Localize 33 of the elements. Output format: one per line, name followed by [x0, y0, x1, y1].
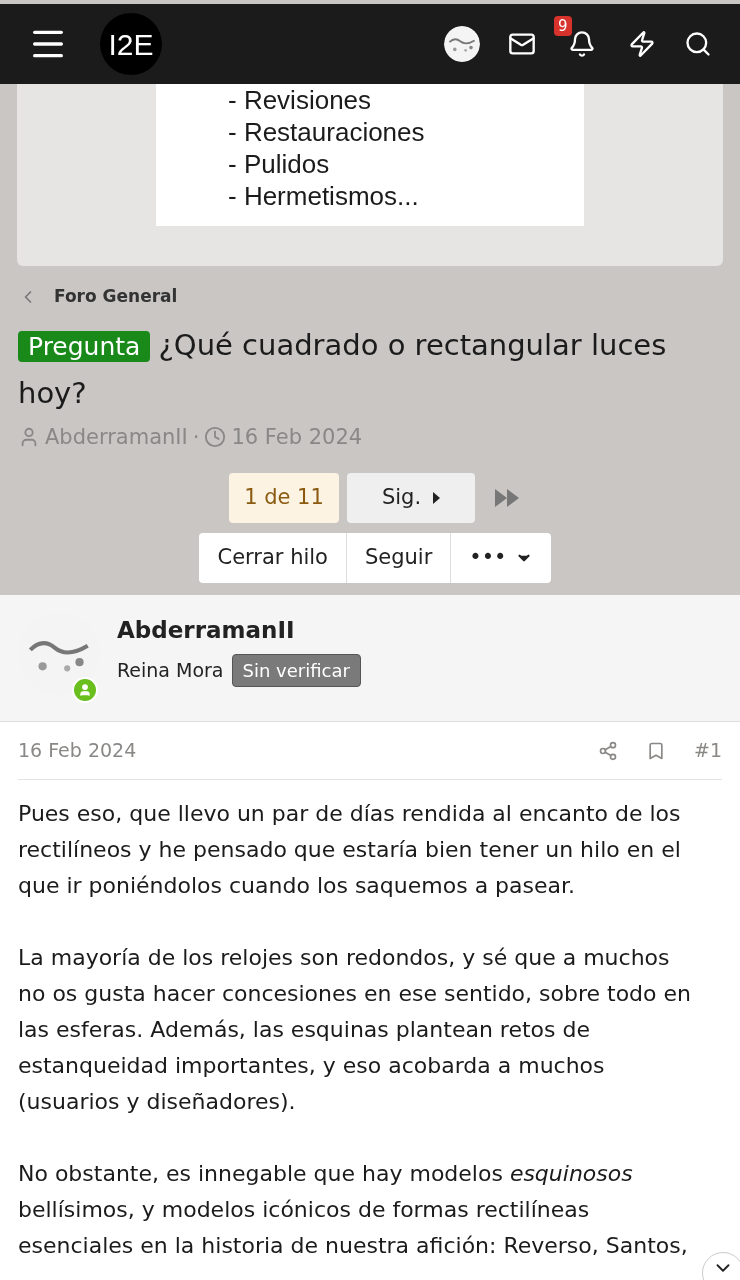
thread-action-button[interactable]: Seguir [347, 533, 452, 583]
person-icon [78, 683, 92, 697]
play-icon [433, 492, 441, 504]
banner-line: - Pulidos [228, 148, 331, 180]
current-page[interactable]: 1 de 11 [229, 473, 339, 523]
post-paragraph: No obstante, es innegable que hay modelos esquinosos bellísimos, y modelos icónicos de formas rectilíneas esenciales en la historia de nuestra afición: Reverso, Santos, [18, 1160, 689, 1260]
lightning-icon[interactable] [628, 30, 656, 58]
post-date[interactable]: 16 Feb 2024 [18, 736, 598, 765]
last-page-icon[interactable] [495, 489, 521, 507]
notification-count: 9 [554, 16, 572, 36]
banner-line: - Hermetismos... [228, 180, 420, 212]
post-paragraph: La mayoría de los relojes son redondos, y sé que a muchos no os gusta hacer concesiones en ese sentido, sobre todo en las esferas. Además, las esquinas plantean retos de estanqueidad importantes, y eso acobarda a muchos (usuarios y diseñadores). [18, 944, 693, 1116]
post-number[interactable]: #1 [694, 736, 722, 765]
post-paragraph: Pues eso, que llevo un par de días rendida al encanto de los rectilíneos y he pensado que estaría bien tener un hilo en el que ir poniéndolos cuando los saquemos a pasear. [18, 800, 682, 900]
thread-action-button[interactable]: Cerrar hilo [199, 533, 347, 583]
post-author[interactable]: AbderramanII [117, 613, 361, 648]
user-title: Reina Mora [117, 657, 224, 683]
bookmark-icon[interactable] [646, 740, 666, 761]
breadcrumb-link[interactable]: Foro General [54, 284, 178, 310]
banner-line: - Revisiones [228, 84, 373, 116]
banner-line: - Restauraciones [228, 116, 426, 148]
user-status-label: Sin verificar [231, 653, 361, 687]
meta-separator: · [192, 423, 200, 451]
share-icon[interactable] [598, 740, 618, 761]
more-options-button[interactable]: ••• [451, 533, 551, 583]
thread-title: Pregunta ¿Qué cuadrado o rectangular luces hoy? [18, 326, 668, 412]
clock-icon [204, 426, 227, 449]
site-logo[interactable]: I2E [100, 13, 162, 75]
next-page-button[interactable]: Sig. [347, 473, 475, 523]
thread-date: 16 Feb 2024 [231, 423, 363, 451]
question-tag: Pregunta [18, 330, 151, 362]
search-icon[interactable] [684, 30, 712, 58]
user-avatar [444, 26, 480, 62]
